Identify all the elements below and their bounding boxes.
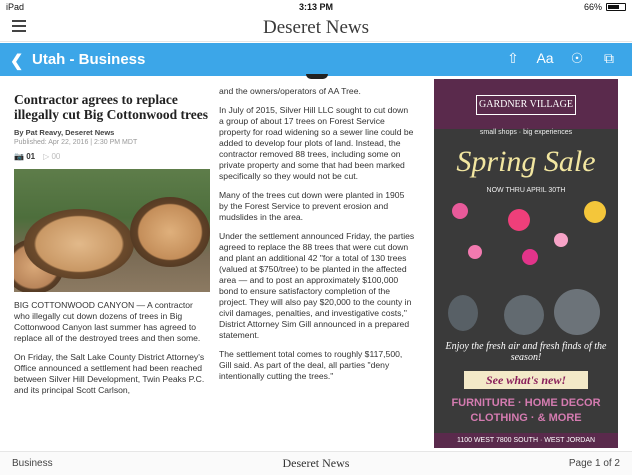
pull-tab[interactable] bbox=[306, 74, 328, 79]
ad-enjoy-text: Enjoy the fresh air and fresh finds of t… bbox=[445, 341, 607, 363]
article-tools: ⇧ Aa ☉ ⧉ bbox=[504, 50, 618, 67]
video-button[interactable]: ▷ 00 bbox=[43, 152, 60, 161]
app-header: Deseret News bbox=[0, 14, 632, 42]
font-size-icon[interactable]: Aa bbox=[536, 50, 554, 67]
status-bar: iPad 3:13 PM 66% bbox=[0, 0, 632, 14]
ad-cta-button[interactable]: See what's new! bbox=[464, 371, 588, 389]
ad-tagline: small shops · big experiences bbox=[479, 129, 573, 136]
battery-status: 66% bbox=[584, 2, 626, 12]
photo-gallery-button[interactable]: 📷 01 bbox=[14, 152, 35, 161]
article-published: Published: Apr 22, 2016 | 2:30 PM MDT bbox=[14, 139, 138, 146]
article-column-1: Contractor agrees to replace illegally c… bbox=[14, 92, 210, 404]
paragraph: In July of 2015, Silver Hill LLC sought … bbox=[219, 105, 414, 181]
back-icon[interactable]: ❮ bbox=[10, 51, 23, 71]
section-title: Utah - Business bbox=[32, 51, 146, 68]
log-cross-section bbox=[130, 197, 210, 267]
footer-bar: Business Deseret News Page 1 of 2 bbox=[0, 451, 632, 475]
battery-icon bbox=[606, 3, 626, 11]
article-body-1: BIG COTTONWOOD CANYON — A contractor who… bbox=[14, 300, 210, 396]
paragraph: and the owners/operators of AA Tree. bbox=[219, 86, 361, 96]
section-bar: ❮ Utah - Business ⇧ Aa ☉ ⧉ bbox=[0, 43, 632, 76]
video-count: 00 bbox=[51, 152, 61, 161]
paragraph: On Friday, the Salt Lake County District… bbox=[14, 352, 205, 395]
compass-icon[interactable]: ☉ bbox=[568, 50, 586, 67]
page-indicator: Page 1 of 2 bbox=[568, 458, 620, 469]
paragraph: Many of the trees cut down were planted … bbox=[219, 190, 405, 222]
share-icon[interactable]: ⇧ bbox=[504, 50, 522, 67]
battery-percent: 66% bbox=[583, 2, 602, 12]
log-cross-section bbox=[24, 209, 134, 279]
ad-address: 1100 WEST 7800 SOUTH · WEST JORDAN bbox=[434, 433, 618, 448]
brand-logo[interactable]: Deseret News bbox=[0, 17, 632, 39]
ad-logo: GARDNER VILLAGE bbox=[476, 95, 576, 115]
article-headline: Contractor agrees to replace illegally c… bbox=[14, 92, 208, 122]
media-counts: 📷 01 ▷ 00 bbox=[14, 152, 210, 161]
ad-line-2: CLOTHING · & MORE bbox=[470, 412, 582, 424]
ad-dates: NOW THRU APRIL 30TH bbox=[486, 187, 566, 194]
footer-brand: Deseret News bbox=[282, 456, 350, 470]
article-column-2: and the owners/operators of AA Tree. In … bbox=[219, 86, 415, 390]
photo-count: 01 bbox=[26, 152, 36, 161]
ad-flowers-image bbox=[444, 199, 614, 339]
copy-icon[interactable]: ⧉ bbox=[600, 50, 618, 67]
paragraph: Under the settlement announced Friday, t… bbox=[219, 231, 415, 340]
ad-line-1: FURNITURE · HOME DECOR bbox=[451, 397, 601, 409]
article-byline: By Pat Reavy, Deseret News bbox=[14, 128, 115, 137]
paragraph: BIG COTTONWOOD CANYON — A contractor who… bbox=[14, 300, 201, 343]
advertisement[interactable]: GARDNER VILLAGE small shops · big experi… bbox=[434, 79, 618, 448]
article-photo[interactable] bbox=[14, 169, 210, 292]
paragraph: The settlement total comes to roughly $1… bbox=[219, 349, 403, 381]
ad-sale-title: Spring Sale bbox=[456, 145, 596, 178]
clock: 3:13 PM bbox=[298, 2, 333, 12]
